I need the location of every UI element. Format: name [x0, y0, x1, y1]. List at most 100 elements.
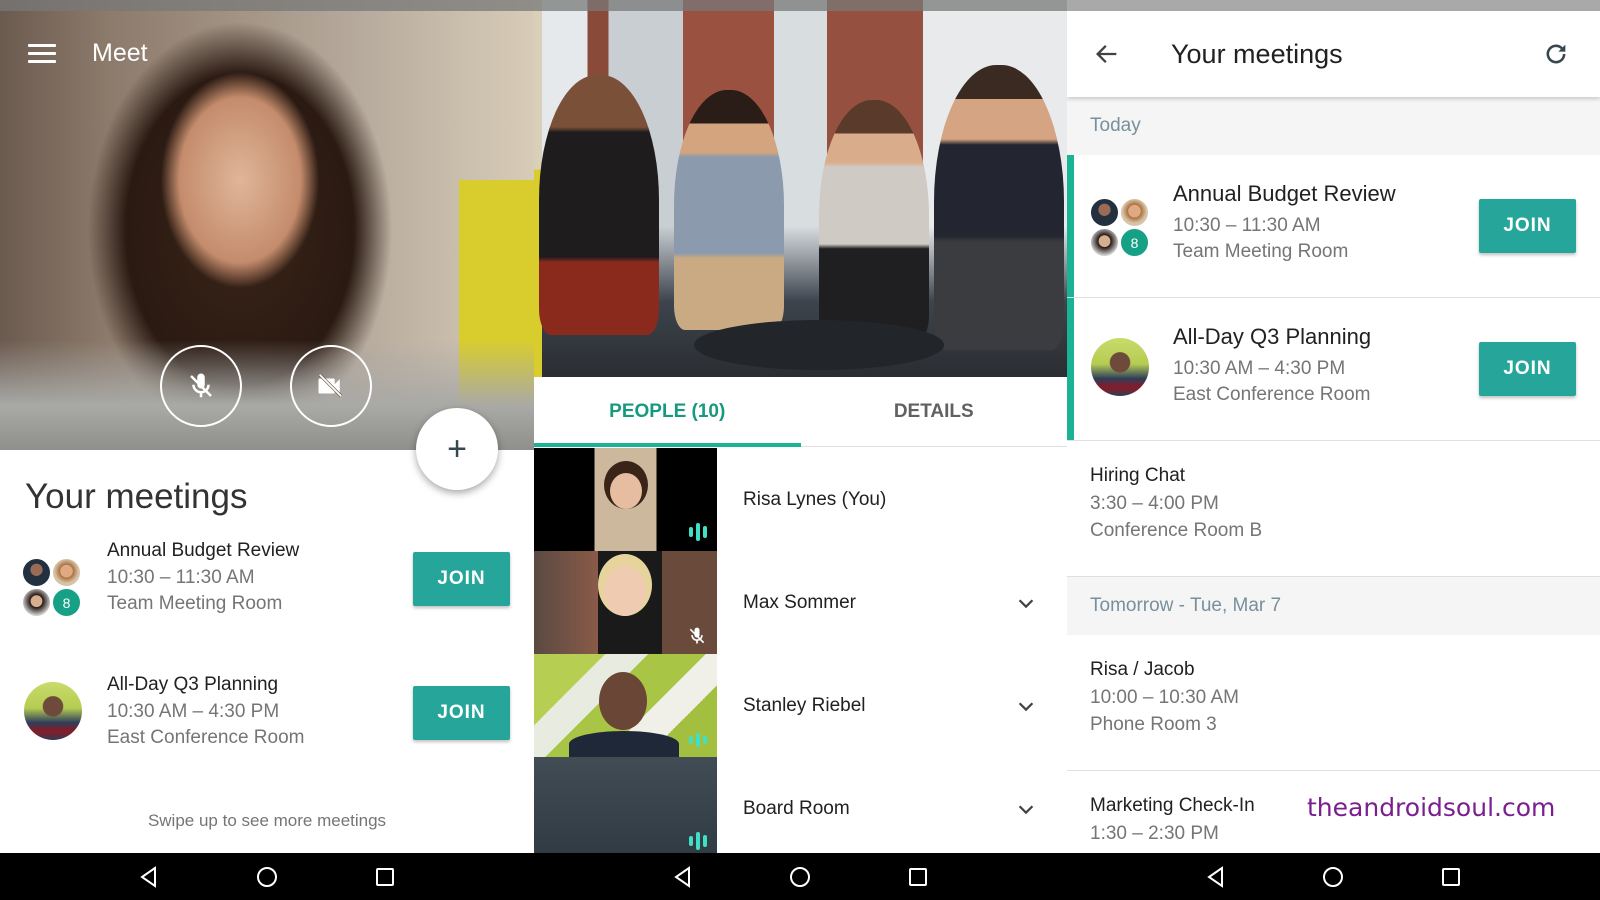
nav-home-icon[interactable] [255, 865, 279, 889]
speaking-indicator-icon [689, 733, 707, 747]
meeting-time: 10:30 – 11:30 AM [107, 567, 255, 588]
nav-back-icon[interactable] [1204, 865, 1228, 889]
meeting-item[interactable]: Marketing Check-In 1:30 – 2:30 PM theand… [1067, 771, 1600, 853]
main-video-feed [534, 0, 1067, 377]
meeting-title: All-Day Q3 Planning [1173, 324, 1372, 349]
people-list: Risa Lynes (You) Max Sommer Stanley Rieb… [534, 448, 1067, 860]
participant-avatars [1091, 338, 1149, 396]
participant-row[interactable]: Max Sommer [534, 551, 1067, 654]
participant-name: Stanley Riebel [743, 694, 866, 716]
meeting-item[interactable]: All-Day Q3 Planning 10:30 AM – 4:30 PM E… [0, 674, 534, 784]
system-nav-bar [534, 853, 1067, 900]
meetings-list: Today 8 Annual Budget Review 10:30 – 11:… [1067, 97, 1600, 853]
participant-video [534, 757, 717, 860]
app-title: Meet [92, 38, 148, 67]
participant-video [534, 551, 717, 654]
avatar [24, 682, 82, 740]
day-header: Today [1067, 97, 1600, 155]
participant-avatars [24, 682, 82, 740]
participant-figure [934, 65, 1064, 350]
meetings-list-screen: Your meetings Today 8 Annual Budget Revi… [1067, 0, 1600, 900]
nav-recents-icon[interactable] [1439, 865, 1463, 889]
participant-row[interactable]: Board Room [534, 757, 1067, 860]
speaking-indicator-icon [689, 832, 707, 850]
meeting-item[interactable]: 8 Annual Budget Review 10:30 – 11:30 AM … [0, 540, 534, 650]
section-title: Your meetings [25, 477, 248, 516]
meeting-title: Hiring Chat [1090, 465, 1186, 486]
join-button[interactable]: JOIN [413, 552, 510, 606]
new-meeting-button[interactable]: + [416, 408, 498, 490]
status-bar [534, 0, 1067, 11]
nav-home-icon[interactable] [788, 865, 812, 889]
participant-figure [539, 75, 659, 335]
plus-icon: + [447, 430, 467, 468]
chevron-down-icon[interactable] [1015, 798, 1037, 820]
nav-recents-icon[interactable] [906, 865, 930, 889]
status-bar [1067, 0, 1600, 11]
meeting-room: Conference Room B [1090, 520, 1263, 541]
meeting-room: Phone Room 3 [1090, 714, 1217, 735]
toggle-camera-button[interactable] [290, 345, 372, 427]
meeting-time: 10:30 AM – 4:30 PM [1173, 358, 1346, 379]
participant-row[interactable]: Stanley Riebel [534, 654, 1067, 757]
call-tabs: PEOPLE (10) DETAILS [534, 377, 1067, 447]
day-header: Tomorrow - Tue, Mar 7 [1067, 577, 1600, 635]
meet-home-screen: Meet + Your meetings 8 Annual Budget Rev… [0, 0, 534, 900]
tab-people[interactable]: PEOPLE (10) [534, 377, 801, 447]
nav-home-icon[interactable] [1321, 865, 1345, 889]
meeting-room: Team Meeting Room [1173, 241, 1349, 262]
meeting-room: East Conference Room [1173, 384, 1371, 405]
participant-video [534, 448, 717, 551]
participant-video [534, 654, 717, 757]
join-button[interactable]: JOIN [1479, 342, 1576, 396]
extra-participants-badge: 8 [52, 588, 81, 617]
meeting-time: 1:30 – 2:30 PM [1090, 823, 1219, 844]
videocam-off-icon [318, 373, 343, 398]
arrow-back-icon[interactable] [1093, 40, 1121, 68]
participant-avatars: 8 [22, 558, 82, 618]
meeting-time: 10:30 – 11:30 AM [1173, 215, 1321, 236]
meeting-title: All-Day Q3 Planning [107, 674, 279, 695]
tab-details[interactable]: DETAILS [801, 377, 1068, 446]
swipe-hint: Swipe up to see more meetings [147, 811, 387, 830]
meeting-title: Annual Budget Review [1173, 181, 1396, 206]
avatar [22, 558, 51, 587]
meeting-room: Team Meeting Room [107, 593, 283, 614]
meeting-time: 3:30 – 4:00 PM [1090, 493, 1219, 514]
nav-back-icon[interactable] [137, 865, 161, 889]
app-bar: Your meetings [1067, 11, 1600, 97]
participant-row[interactable]: Risa Lynes (You) [534, 448, 1067, 551]
page-title: Your meetings [1171, 38, 1343, 69]
join-button[interactable]: JOIN [1479, 199, 1576, 253]
watermark: theandroidsoul.com [1307, 793, 1556, 822]
chevron-down-icon[interactable] [1015, 592, 1037, 614]
participant-figure [819, 100, 929, 340]
meeting-item[interactable]: 8 Annual Budget Review 10:30 – 11:30 AM … [1067, 155, 1600, 298]
avatar [1120, 198, 1149, 227]
meetings-section: Your meetings 8 Annual Budget Review 10:… [0, 450, 534, 853]
table [694, 320, 944, 370]
speaking-indicator-icon [689, 523, 707, 541]
meeting-time: 10:30 AM – 4:30 PM [107, 701, 280, 722]
join-button[interactable]: JOIN [413, 686, 510, 740]
meeting-item[interactable]: Hiring Chat 3:30 – 4:00 PM Conference Ro… [1067, 441, 1600, 577]
mic-off-icon [190, 373, 212, 398]
app-bar: Meet [0, 28, 534, 78]
chevron-down-icon[interactable] [1015, 695, 1037, 717]
meeting-title: Risa / Jacob [1090, 659, 1195, 680]
avatar [52, 558, 81, 587]
meeting-item[interactable]: All-Day Q3 Planning 10:30 AM – 4:30 PM E… [1067, 298, 1600, 441]
system-nav-bar [0, 853, 534, 900]
nav-recents-icon[interactable] [373, 865, 397, 889]
participant-figure [674, 90, 784, 330]
refresh-icon[interactable] [1542, 40, 1570, 68]
avatar [22, 588, 51, 617]
meeting-item[interactable]: Risa / Jacob 10:00 – 10:30 AM Phone Room… [1067, 635, 1600, 771]
status-bar [0, 0, 534, 11]
toggle-mic-button[interactable] [160, 345, 242, 427]
mic-off-icon [689, 627, 705, 644]
participant-avatars: 8 [1090, 198, 1150, 258]
hamburger-menu-icon[interactable] [28, 39, 56, 68]
participant-name: Risa Lynes (You) [743, 488, 887, 510]
nav-back-icon[interactable] [671, 865, 695, 889]
